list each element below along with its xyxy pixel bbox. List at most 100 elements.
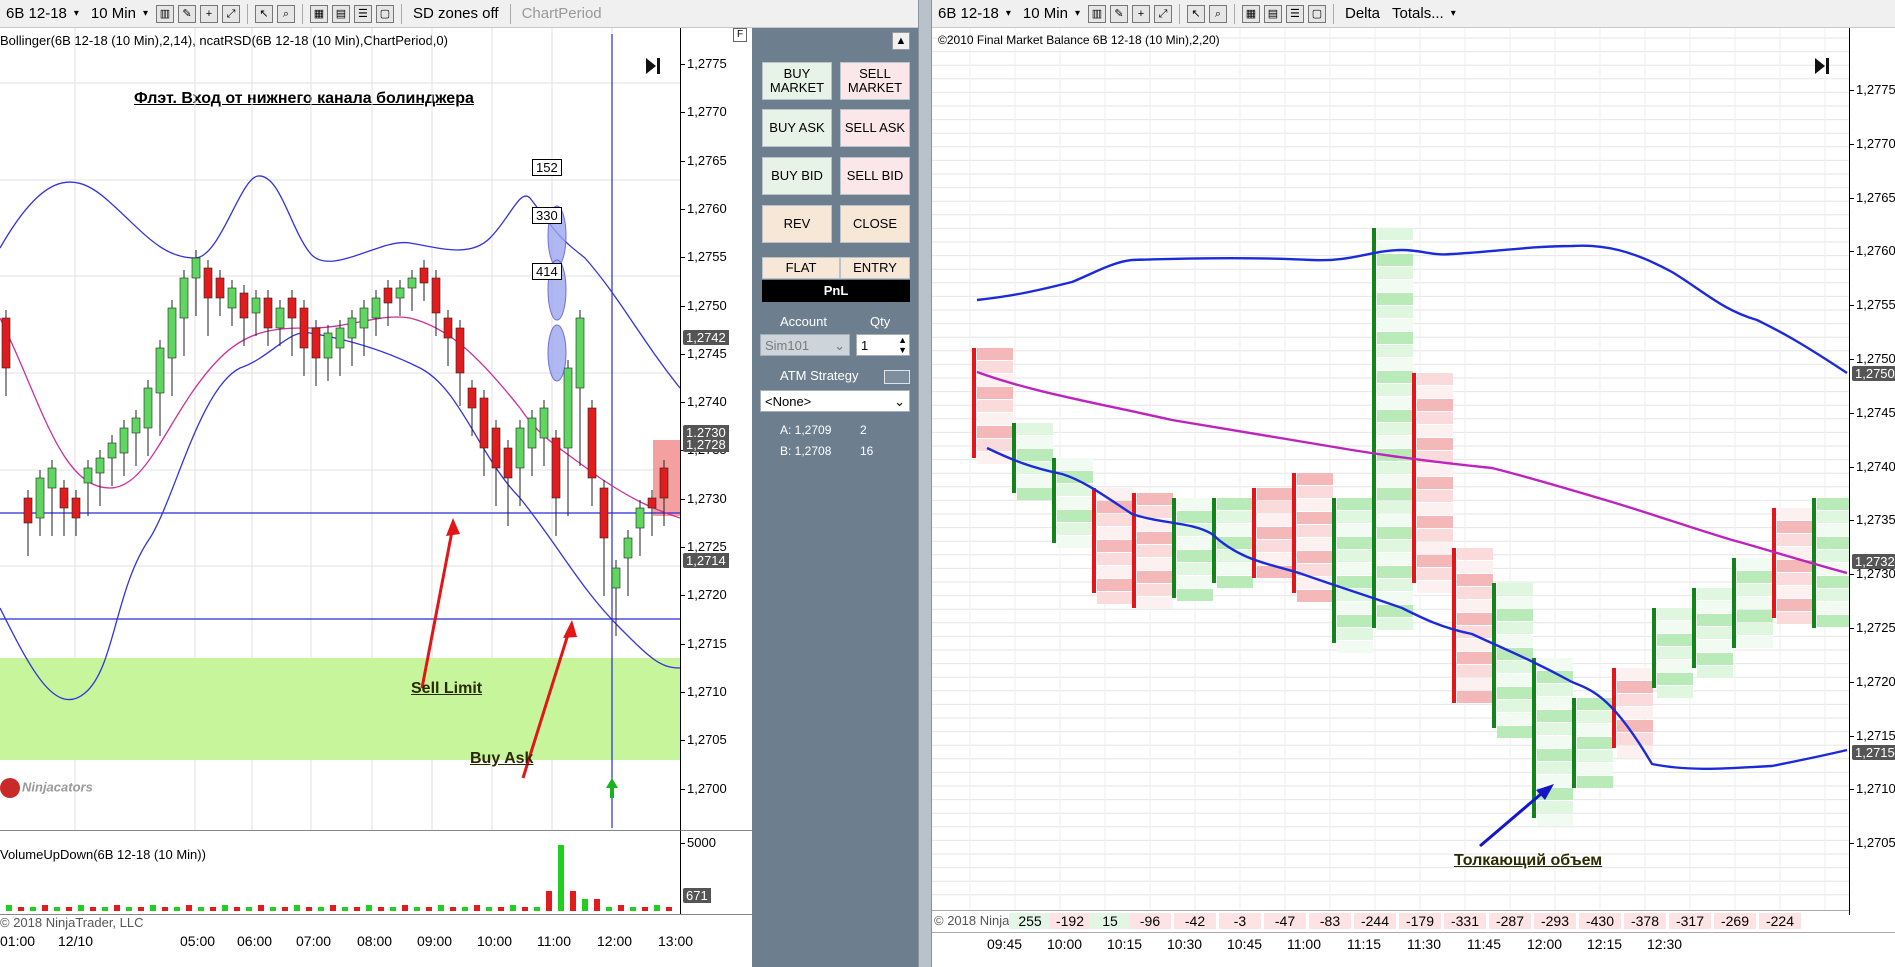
sell-bid-button[interactable]: SELL BID — [840, 157, 910, 195]
candle-body — [527, 417, 537, 449]
interval-selector[interactable]: 10 Min — [85, 5, 154, 22]
time-tick-label: 08:00 — [357, 933, 393, 949]
footprint-cell — [1137, 597, 1173, 609]
footprint-cell — [1057, 510, 1093, 522]
flat-button[interactable]: FLAT — [762, 257, 840, 279]
atm-strategy-select[interactable]: <None> ⌄ — [760, 390, 910, 412]
footprint-cell — [1817, 550, 1849, 562]
volume-bar — [582, 899, 588, 911]
crosshair-icon[interactable]: + — [199, 4, 218, 23]
instrument-selector[interactable]: 6B 12-18 — [0, 5, 85, 22]
atm-config-icon[interactable] — [884, 370, 910, 384]
footprint-bar — [1412, 373, 1416, 583]
pencil-icon[interactable]: ✎ — [177, 4, 196, 23]
footprint-cell — [1017, 449, 1053, 461]
indicators-icon[interactable]: ▦ — [309, 4, 328, 23]
footprint-cell — [1417, 425, 1453, 437]
magnify-icon[interactable]: ⌕ — [276, 4, 295, 23]
footprint-cell — [1417, 464, 1453, 476]
right-time-axis: 09:45 10:00 10:15 10:30 10:45 11:00 11:15 11:30… — [932, 932, 1895, 967]
chart-period-button[interactable]: ChartPeriod — [516, 5, 608, 22]
footprint-cell — [1017, 475, 1053, 487]
volume-bar — [630, 907, 636, 911]
price-tick-label: 1,2725 — [681, 539, 727, 554]
reverse-button[interactable]: REV — [762, 205, 832, 243]
strategies-icon[interactable]: ▤ — [1263, 4, 1282, 23]
panel-collapse-button[interactable]: ▲ — [892, 32, 910, 50]
zoom-icon[interactable]: ⤢ — [221, 4, 240, 23]
right-price-pane[interactable]: ©2010 Final Market Balance 6B 12-18 (10 … — [932, 28, 1849, 915]
footprint-cell — [1257, 540, 1293, 552]
candle-body — [71, 497, 81, 519]
buy-ask-button[interactable]: BUY ASK — [762, 109, 832, 147]
pointer-icon[interactable]: ↖ — [254, 4, 273, 23]
properties-icon[interactable]: ☰ — [1285, 4, 1304, 23]
magnify-icon[interactable]: ⌕ — [1208, 4, 1227, 23]
scroll-end-button[interactable]: F — [733, 28, 747, 42]
buy-bid-button[interactable]: BUY BID — [762, 157, 832, 195]
bar-type-icon[interactable]: ▥ — [155, 4, 174, 23]
indicators-icon[interactable]: ▦ — [1241, 4, 1260, 23]
footprint-cell — [1377, 488, 1413, 500]
candle-body — [179, 277, 189, 319]
volume-box-330: 330 — [532, 207, 562, 224]
price-tick-label: 1,2740 — [1850, 458, 1895, 474]
footprint-cell — [1417, 516, 1453, 528]
properties-icon[interactable]: ☰ — [353, 4, 372, 23]
interval-selector[interactable]: 10 Min — [1017, 5, 1086, 22]
candle-body — [239, 292, 249, 319]
account-select[interactable]: Sim101 ⌄ — [760, 334, 850, 356]
footprint-cell — [1777, 534, 1813, 546]
volume-bar — [366, 905, 372, 911]
volume-bar — [174, 907, 180, 911]
volume-svg — [6, 845, 672, 911]
time-tick-label: 09:00 — [417, 933, 453, 949]
footprint-cell — [1177, 511, 1213, 523]
data-box-icon[interactable]: ▢ — [375, 4, 394, 23]
left-volume-pane[interactable]: VolumeUpDown(6B 12-18 (10 Min)) — [0, 830, 680, 914]
left-price-pane[interactable]: Bollinger(6B 12-18 (10 Min),2,14), ncatR… — [0, 28, 680, 830]
footprint-cell — [1177, 576, 1213, 588]
footprint-cell — [1337, 537, 1373, 549]
volume-bar — [534, 907, 540, 911]
footprint-cell — [977, 387, 1013, 399]
instrument-selector[interactable]: 6B 12-18 — [932, 5, 1017, 22]
pencil-icon[interactable]: ✎ — [1109, 4, 1128, 23]
sell-ask-button[interactable]: SELL ASK — [840, 109, 910, 147]
qty-input[interactable]: 1 ▲ ▼ — [856, 334, 910, 356]
volume-bar — [54, 907, 60, 911]
window-splitter[interactable] — [918, 0, 932, 967]
totals-selector[interactable]: Totals... — [1386, 5, 1462, 22]
footprint-cell — [1217, 576, 1253, 588]
pointer-icon[interactable]: ↖ — [1186, 4, 1205, 23]
delta-value: 15 — [1089, 913, 1131, 929]
strategies-icon[interactable]: ▤ — [331, 4, 350, 23]
footprint-cell — [1097, 540, 1133, 552]
buy-market-button[interactable]: BUY MARKET — [762, 62, 832, 100]
volume-bar — [330, 905, 336, 911]
zoom-icon[interactable]: ⤢ — [1153, 4, 1172, 23]
delta-selector[interactable]: Delta — [1339, 5, 1386, 22]
bar-type-icon[interactable]: ▥ — [1087, 4, 1106, 23]
sell-market-button[interactable]: SELL MARKET — [840, 62, 910, 100]
crosshair-icon[interactable]: + — [1131, 4, 1150, 23]
footprint-bar — [1372, 228, 1376, 628]
footprint-cell — [1057, 523, 1093, 535]
sd-zones-button[interactable]: SD zones off — [407, 5, 505, 22]
footprint-cell — [1577, 763, 1613, 775]
close-button[interactable]: CLOSE — [840, 205, 910, 243]
data-box-icon[interactable]: ▢ — [1307, 4, 1326, 23]
qty-spinner-icon[interactable]: ▲ ▼ — [898, 335, 907, 355]
candle-body — [539, 407, 549, 439]
entry-button[interactable]: ENTRY — [840, 257, 910, 279]
footprint-cell — [1377, 527, 1413, 539]
price-tick-label: 1,2720 — [1850, 673, 1895, 689]
volume-bar — [222, 905, 228, 911]
volume-bar — [546, 891, 552, 911]
toolbar-divider — [1332, 3, 1334, 24]
footprint-cell — [1737, 597, 1773, 609]
footprint-bar — [1012, 423, 1016, 493]
footprint-cell — [1457, 613, 1493, 625]
footprint-cell — [1137, 532, 1173, 544]
candle-body — [467, 387, 477, 409]
